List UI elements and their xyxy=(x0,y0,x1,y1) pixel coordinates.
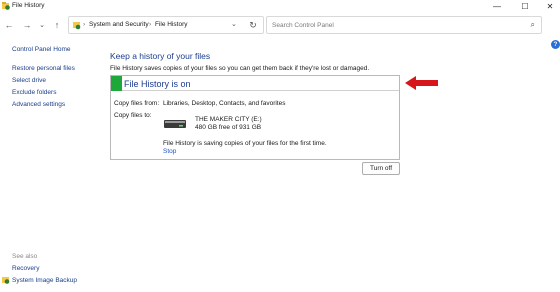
address-bar[interactable]: › System and Security › File History ⌄ xyxy=(68,16,264,34)
sidebar-restore-personal-files[interactable]: Restore personal files xyxy=(12,65,75,72)
status-text: File History is on xyxy=(124,79,191,89)
sidebar-select-drive[interactable]: Select drive xyxy=(12,77,46,84)
forward-arrow-icon[interactable]: → xyxy=(21,19,33,31)
status-bar: File History is on xyxy=(111,76,399,91)
turn-off-button[interactable]: Turn off xyxy=(362,162,400,175)
refresh-icon[interactable]: ↻ xyxy=(247,18,259,32)
recent-locations-chevron-icon[interactable]: ⌄ xyxy=(36,19,48,31)
title-bar: File History — ☐ ✕ xyxy=(0,0,560,12)
stop-link[interactable]: Stop xyxy=(163,148,176,155)
status-indicator xyxy=(111,76,122,91)
sidebar-exclude-folders[interactable]: Exclude folders xyxy=(12,89,56,96)
system-image-backup-icon xyxy=(2,277,10,284)
search-icon[interactable]: ⌕ xyxy=(531,20,535,30)
back-arrow-icon[interactable]: ← xyxy=(3,19,15,31)
breadcrumb-file-history[interactable]: File History xyxy=(155,21,188,28)
sidebar-control-panel-home[interactable]: Control Panel Home xyxy=(12,46,71,53)
page-description: File History saves copies of your files … xyxy=(110,65,370,72)
breadcrumb-system-and-security[interactable]: System and Security xyxy=(89,21,149,28)
control-panel-icon xyxy=(73,22,81,30)
copy-from-value: Libraries, Desktop, Contacts, and favori… xyxy=(163,100,286,107)
maximize-button[interactable]: ☐ xyxy=(515,0,535,12)
see-also-heading: See also xyxy=(12,253,38,260)
up-arrow-icon[interactable]: ↑ xyxy=(51,19,63,31)
copy-from-label: Copy files from: xyxy=(114,100,160,107)
drive-icon xyxy=(164,120,186,128)
help-icon[interactable]: ? xyxy=(551,40,560,49)
file-history-icon xyxy=(2,2,10,10)
drive-space: 480 GB free of 931 GB xyxy=(195,124,262,131)
drive-name: THE MAKER CITY (E:) xyxy=(195,116,262,123)
breadcrumb-separator: › xyxy=(149,21,152,28)
copy-to-label: Copy files to: xyxy=(114,112,152,119)
address-dropdown-chevron-icon[interactable]: ⌄ xyxy=(231,20,237,28)
window-title: File History xyxy=(12,2,45,9)
see-also-system-image-backup[interactable]: System Image Backup xyxy=(12,277,77,284)
search-box[interactable]: ⌕ xyxy=(266,16,542,34)
sidebar-advanced-settings[interactable]: Advanced settings xyxy=(12,101,65,108)
file-history-panel: File History is on Copy files from: Libr… xyxy=(110,75,400,160)
see-also-recovery[interactable]: Recovery xyxy=(12,265,39,272)
page-heading: Keep a history of your files xyxy=(110,51,211,61)
breadcrumb-separator: › xyxy=(83,21,86,28)
red-arrow-annotation-icon xyxy=(405,76,438,90)
search-input[interactable] xyxy=(272,20,512,31)
saving-status-note: File History is saving copies of your fi… xyxy=(163,140,327,147)
minimize-button[interactable]: — xyxy=(487,0,507,12)
close-button[interactable]: ✕ xyxy=(540,0,560,12)
